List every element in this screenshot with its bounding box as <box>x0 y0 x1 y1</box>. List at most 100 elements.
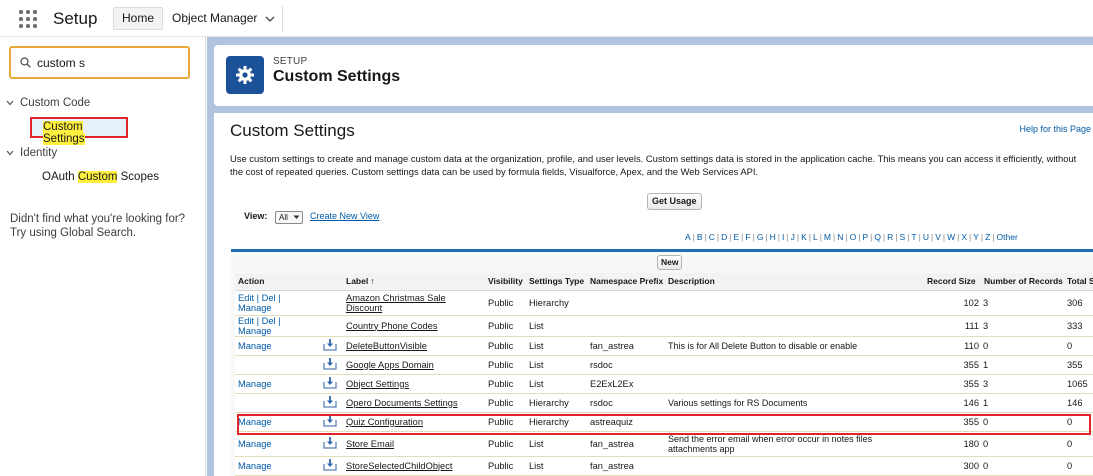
row-visibility: Public <box>485 315 526 337</box>
quick-find-box[interactable] <box>9 46 190 79</box>
table-row[interactable]: Edit | Del | Manage Country Phone Codes Pu… <box>235 315 1093 337</box>
alpha-filter-other[interactable]: Other <box>997 232 1018 242</box>
row-label-link[interactable]: DeleteButtonVisible <box>343 336 485 356</box>
row-namespace-prefix: astreaquiz <box>587 412 665 432</box>
create-new-view-link[interactable]: Create New View <box>310 211 379 221</box>
row-namespace-prefix: fan_astrea <box>587 456 665 476</box>
col-total-size[interactable]: Total S <box>1064 273 1093 291</box>
alpha-filter-c[interactable]: C <box>709 232 715 242</box>
table-header-row: Action Label ↑ Visibility Settings Type … <box>235 273 1093 291</box>
row-visibility: Public <box>485 355 526 375</box>
row-label-link[interactable]: Opero Documents Settings <box>343 393 485 413</box>
table-row[interactable]: Opero Documents Settings Public Hierarchy r… <box>235 393 1093 413</box>
row-label-link[interactable]: Google Apps Domain <box>343 355 485 375</box>
setup-sidebar: Custom Code Custom Settings Identity OAu… <box>0 37 206 476</box>
table-row[interactable]: Edit | Del | Manage Amazon Christmas Sale… <box>235 290 1093 316</box>
row-action-links[interactable]: Manage <box>235 456 319 476</box>
tree-group-identity[interactable]: Identity <box>6 147 57 159</box>
alpha-filter-k[interactable]: K <box>801 232 807 242</box>
get-usage-button[interactable]: Get Usage <box>647 193 702 210</box>
page-title: Custom Settings <box>273 68 401 85</box>
row-label-link[interactable]: Object Settings <box>343 374 485 394</box>
col-number-of-records[interactable]: Number of Records <box>981 273 1064 291</box>
col-description[interactable]: Description <box>665 273 924 291</box>
alpha-filter-t[interactable]: T <box>911 232 916 242</box>
row-label-link[interactable]: Quiz Configuration <box>343 412 485 432</box>
row-action-links[interactable] <box>235 355 319 375</box>
row-visibility: Public <box>485 456 526 476</box>
row-action-links[interactable]: Edit | Del | Manage <box>235 290 319 316</box>
col-action[interactable]: Action <box>235 273 319 291</box>
row-action-links[interactable]: Manage <box>235 374 319 394</box>
table-row[interactable]: Manage Store Email Public List fan_astrea Sen… <box>235 431 1093 457</box>
alpha-filter-m[interactable]: M <box>824 232 831 242</box>
content-heading: Custom Settings <box>230 121 355 140</box>
row-number-of-records: 1 <box>981 355 1064 375</box>
sidebar-item-custom-settings[interactable]: Custom Settings <box>30 117 128 145</box>
row-label-link[interactable]: Country Phone Codes <box>343 315 485 337</box>
alpha-filter-q[interactable]: Q <box>874 232 881 242</box>
row-description <box>665 315 924 337</box>
row-total-size: 0 <box>1064 431 1093 457</box>
sidebar-item-oauth-custom-scopes[interactable]: OAuth Custom Scopes <box>42 171 159 183</box>
chevron-down-icon <box>293 215 300 219</box>
row-label-link[interactable]: Amazon Christmas Sale Discount <box>343 290 485 316</box>
installed-package-icon <box>322 395 338 411</box>
alpha-filter-w[interactable]: W <box>947 232 955 242</box>
table-row[interactable]: Google Apps Domain Public List rsdoc 355 1 355 <box>235 355 1093 375</box>
tab-object-manager[interactable]: Object Manager <box>172 7 275 30</box>
row-record-size: 110 <box>924 336 981 356</box>
header-icon-tile <box>226 56 264 94</box>
tree-group-custom-code[interactable]: Custom Code <box>6 97 90 109</box>
page-header: SETUP Custom Settings <box>214 45 1093 106</box>
chevron-down-icon <box>6 100 14 106</box>
row-description <box>665 374 924 394</box>
row-action-links[interactable]: Manage <box>235 412 319 432</box>
tree-group-label: Custom Code <box>20 97 91 109</box>
alpha-filter-h[interactable]: H <box>770 232 776 242</box>
row-visibility: Public <box>485 431 526 457</box>
chevron-down-icon <box>6 150 14 156</box>
new-button[interactable]: New <box>657 255 683 270</box>
table-row[interactable]: Manage Object Settings Public List E2ExL2Ex 3… <box>235 374 1093 394</box>
alpha-filter-b[interactable]: B <box>697 232 703 242</box>
table-row[interactable]: Manage DeleteButtonVisible Public List fan_a… <box>235 336 1093 356</box>
help-link[interactable]: Help for this Page <box>1019 124 1091 134</box>
row-package-icon <box>319 393 343 413</box>
col-visibility[interactable]: Visibility <box>485 273 526 291</box>
alpha-filter-a[interactable]: A <box>685 232 691 242</box>
row-action-links[interactable]: Manage <box>235 431 319 457</box>
quick-find-input[interactable] <box>37 54 185 72</box>
sidebar-item-label: Custom Settings <box>43 121 85 145</box>
row-namespace-prefix <box>587 290 665 316</box>
col-label[interactable]: Label ↑ <box>343 273 485 291</box>
view-select[interactable]: All <box>275 211 303 224</box>
row-label-link[interactable]: Store Email <box>343 431 485 457</box>
col-record-size[interactable]: Record Size <box>924 273 981 291</box>
row-package-icon <box>319 431 343 457</box>
row-action-links[interactable] <box>235 393 319 413</box>
col-settings-type[interactable]: Settings Type <box>526 273 587 291</box>
gear-icon <box>236 66 254 84</box>
table-row[interactable]: Manage StoreSelectedChildObject Public List… <box>235 456 1093 476</box>
alpha-filter: A | B | C | D | E | F | G | H | I | J | K | L | M | N | O | P | Q | R | S | T |… <box>685 232 1018 242</box>
chevron-down-icon <box>265 16 275 22</box>
alpha-filter-f[interactable]: F <box>745 232 750 242</box>
alpha-filter-l[interactable]: L <box>813 232 818 242</box>
tree-group-label: Identity <box>20 147 58 159</box>
table-row[interactable]: Manage Quiz Configuration Public Hierarchy a… <box>235 412 1093 432</box>
col-namespace-prefix[interactable]: Namespace Prefix <box>587 273 665 291</box>
row-visibility: Public <box>485 374 526 394</box>
col-icon <box>319 273 343 291</box>
row-action-links[interactable]: Manage <box>235 336 319 356</box>
row-action-links[interactable]: Edit | Del | Manage <box>235 315 319 337</box>
search-icon <box>20 57 31 68</box>
app-title: Setup <box>53 9 98 28</box>
tab-home[interactable]: Home <box>113 7 164 30</box>
app-launcher-icon[interactable] <box>19 10 37 28</box>
row-label-link[interactable]: StoreSelectedChildObject <box>343 456 485 476</box>
content-panel: Custom Settings Help for this Page Use c… <box>214 113 1093 476</box>
row-settings-type: Hierarchy <box>526 290 587 316</box>
row-package-icon <box>319 290 343 316</box>
row-description: Send the error email when error occur in… <box>665 431 924 457</box>
